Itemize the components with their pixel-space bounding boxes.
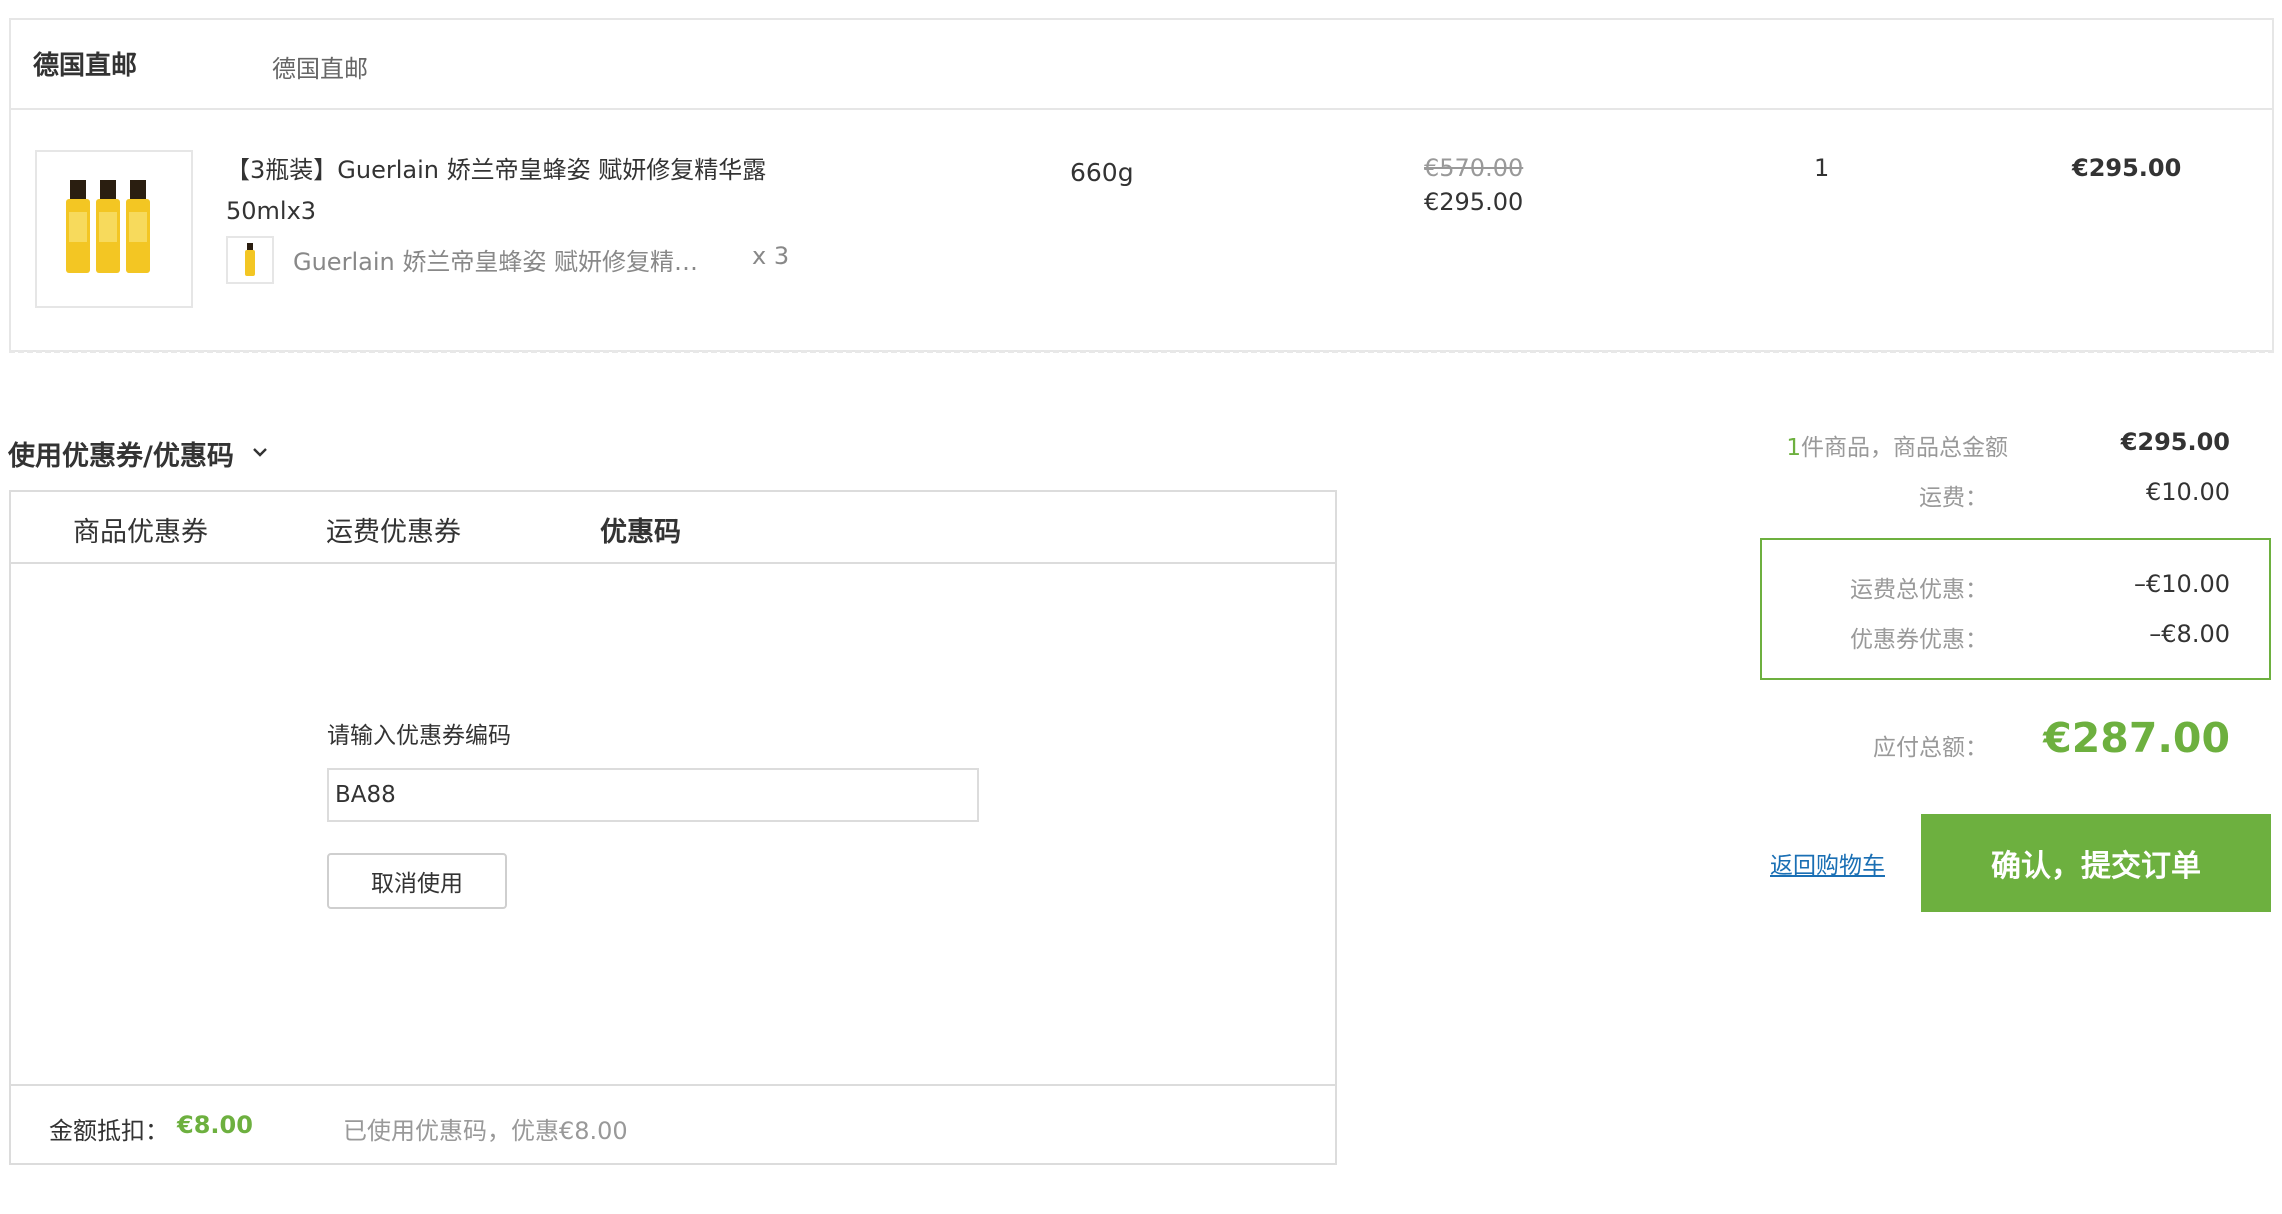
product-weight: 660g (1070, 158, 1134, 187)
sub-item-quantity: x 3 (752, 242, 790, 270)
items-summary-text: 件商品，商品总金额 (1801, 435, 2008, 461)
serum-bottle-image (245, 243, 255, 276)
item-count: 1 (1786, 435, 1801, 461)
grand-total-value: €287.00 (2043, 714, 2230, 762)
coupon-discount-value: –€8.00 (2149, 620, 2230, 648)
cancel-coupon-button[interactable]: 取消使用 (327, 853, 507, 909)
serum-bottles-image (66, 180, 150, 273)
sub-item-thumbnail (226, 236, 274, 284)
product-quantity: 1 (1814, 154, 1830, 182)
tab-shipping-coupon[interactable]: 运费优惠券 (326, 510, 461, 549)
promo-code-label: 请输入优惠券编码 (327, 723, 511, 749)
panel-divider (9, 108, 2274, 110)
line-total: €295.00 (2072, 154, 2182, 182)
coupon-footer-divider (9, 1084, 1337, 1086)
coupon-discount-label: 优惠券优惠： (1850, 627, 1988, 653)
chevron-down-icon[interactable] (252, 444, 268, 460)
warehouse-subtitle: 德国直邮 (272, 55, 368, 83)
warehouse-title: 德国直邮 (33, 51, 138, 81)
coupon-section-title[interactable]: 使用优惠券/优惠码 (8, 434, 234, 473)
back-to-cart-link[interactable]: 返回购物车 (1770, 846, 1885, 880)
promo-code-input[interactable] (327, 768, 979, 822)
deduction-label: 金额抵扣： (49, 1117, 169, 1145)
submit-order-button[interactable]: 确认，提交订单 (1921, 814, 2271, 912)
items-summary-label: 1件商品，商品总金额 (1760, 428, 2008, 462)
tab-promo-code[interactable]: 优惠码 (600, 510, 681, 549)
sub-item-name: Guerlain 娇兰帝皇蜂姿 赋妍修复精华露 50ml (293, 248, 713, 276)
deduction-value: €8.00 (177, 1111, 253, 1139)
discount-box (1760, 538, 2271, 680)
grand-total-label: 应付总额： (1873, 735, 1988, 761)
items-total: €295.00 (2120, 428, 2230, 456)
coupon-panel (9, 490, 1337, 1165)
product-thumbnail[interactable] (35, 150, 193, 308)
applied-code-note: 已使用优惠码，优惠€8.00 (343, 1117, 628, 1145)
shipping-discount-label: 运费总优惠： (1850, 577, 1988, 603)
tab-product-coupon[interactable]: 商品优惠券 (73, 510, 208, 549)
shipping-label: 运费： (1919, 485, 1988, 511)
shipping-value: €10.00 (2146, 478, 2230, 506)
original-price: €570.00 (1424, 154, 1524, 182)
shipping-discount-value: –€10.00 (2134, 570, 2230, 598)
product-name[interactable]: 【3瓶装】Guerlain 娇兰帝皇蜂姿 赋妍修复精华露 50mlx3 (226, 150, 786, 232)
panel-dashed-divider (9, 350, 2274, 353)
tab-divider (9, 562, 1337, 564)
unit-price: €295.00 (1424, 188, 1524, 216)
